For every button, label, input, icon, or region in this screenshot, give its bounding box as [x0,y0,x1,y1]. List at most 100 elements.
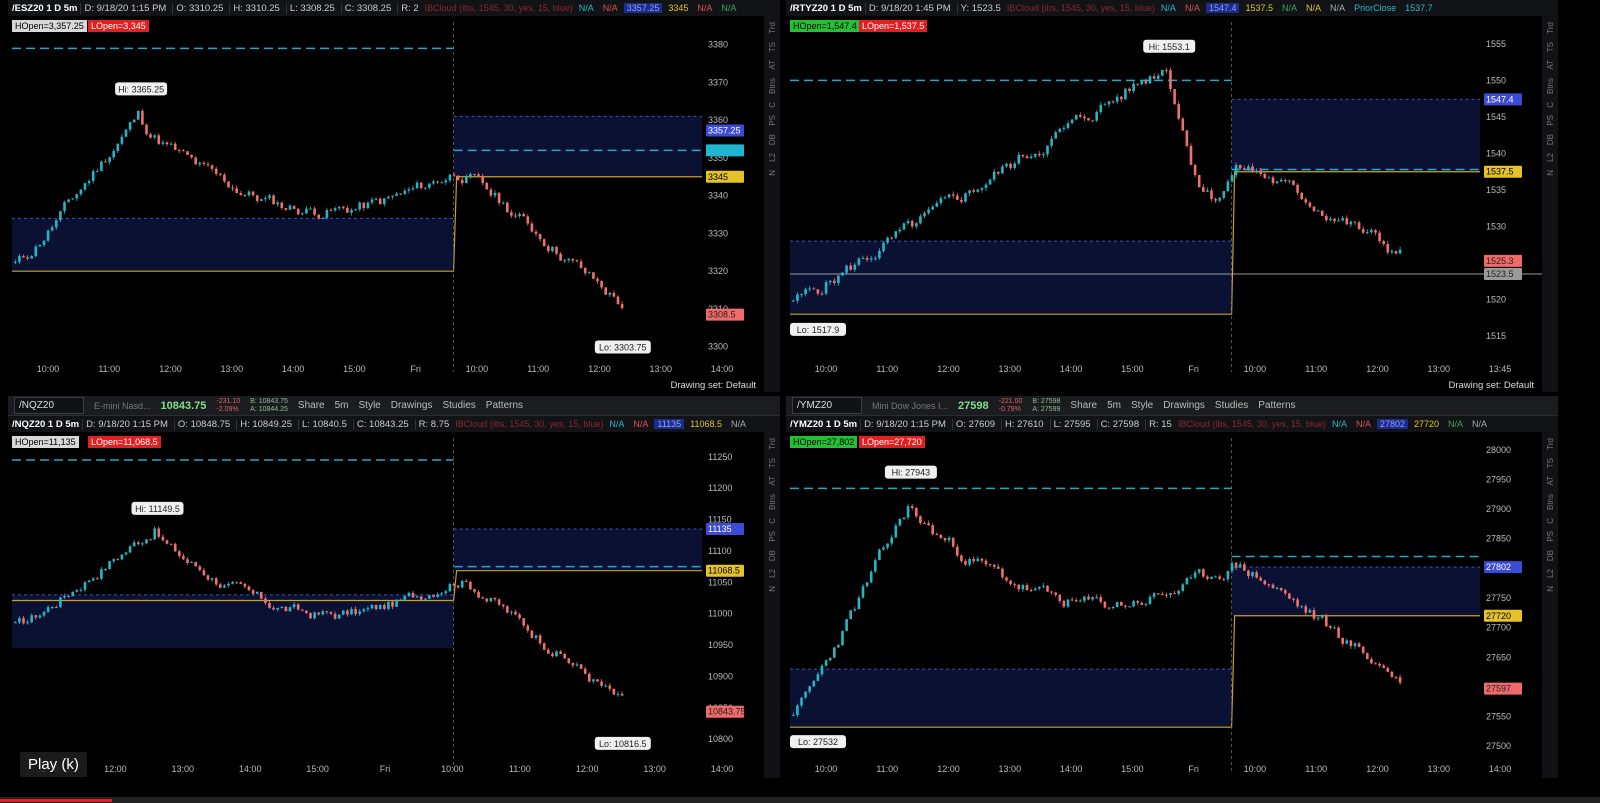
side-tab[interactable]: PS [1546,531,1555,542]
candle-body [853,609,857,611]
side-tab[interactable]: PS [768,531,777,542]
symbol-selector[interactable]: /YMZ20 [792,397,862,414]
side-tab[interactable]: DB [768,134,777,145]
ib-cloud-today [1231,567,1480,616]
side-tab[interactable]: DB [1546,550,1555,561]
side-tab[interactable]: PS [1546,115,1555,126]
toolbar-share-button[interactable]: Share [1070,400,1097,411]
side-tab[interactable]: Btns [768,494,777,510]
candle-body [165,540,169,544]
toolbar-5m-button[interactable]: 5m [1107,400,1121,411]
side-tab[interactable]: Trd [768,438,777,450]
side-tab[interactable]: Btns [1546,78,1555,94]
chart-panel-nq[interactable]: /NQZ20 E-mini Nasd... 10843.75 -231.10 -2.09… [8,396,780,778]
side-tab[interactable]: Trd [1546,22,1555,34]
candle-body [1087,118,1090,121]
candle-body [329,612,333,614]
side-tab[interactable]: C [768,518,777,524]
candle-body [55,220,58,228]
candle-body [1230,562,1234,571]
bar-open: O: 10848.75 [173,418,233,430]
price-chart[interactable]: Hi: 11149.5Lo: 10816.5112501120011150111… [8,432,764,778]
x-tick-label: 11:00 [1305,364,1327,374]
side-tab[interactable]: AT [768,476,777,486]
toolbar-studies-button[interactable]: Studies [1215,400,1248,411]
side-tab[interactable]: TS [1546,42,1555,52]
price-tag: 1525.3 [1486,256,1514,266]
symbol-selector[interactable]: /NQZ20 [14,397,84,414]
candle-body [567,658,571,663]
side-tab[interactable]: L2 [1546,569,1555,578]
side-tab[interactable]: DB [768,550,777,561]
toolbar-style-button[interactable]: Style [1131,400,1153,411]
drawing-set-label[interactable]: Drawing set: Default [670,380,756,391]
chart-panel-rty[interactable]: /RTYZ20 1 D 5m D: 9/18/20 1:45 PM Y: 1523.… [786,0,1558,392]
candle-body [1152,593,1156,597]
side-tab[interactable]: TS [768,458,777,468]
side-tab[interactable]: Trd [1546,438,1555,450]
candle-body [878,549,881,561]
x-tick-label: 12:00 [159,364,182,374]
side-tab[interactable]: Btns [1546,494,1555,510]
side-tab[interactable]: DB [1546,134,1555,145]
candle-body [964,560,967,565]
side-tab[interactable]: Btns [768,78,777,94]
toolbar-studies-button[interactable]: Studies [442,400,475,411]
candle-body [1320,616,1324,618]
candle-body [30,615,33,623]
side-tab[interactable]: AT [1546,476,1555,486]
toolbar-share-button[interactable]: Share [298,400,325,411]
side-tab[interactable]: C [1546,102,1555,108]
toolbar-drawings-button[interactable]: Drawings [1163,400,1205,411]
candle-body [1107,101,1111,105]
toolbar-5m-button[interactable]: 5m [335,400,349,411]
toolbar-drawings-button[interactable]: Drawings [391,400,433,411]
side-tab[interactable]: N [768,170,777,176]
candle-body [583,267,587,274]
candle-body [1083,596,1086,601]
candle-body [493,192,497,196]
side-tab[interactable]: N [1546,170,1555,176]
candle-body [1366,652,1369,660]
study-value-badge: 1547.4 [1205,3,1240,13]
side-tab[interactable]: TS [768,42,777,52]
side-tab[interactable]: L2 [1546,153,1555,162]
chart-header: /ESZ20 1 D 5m D: 9/18/20 1:15 PM O: 3310.2… [8,0,780,16]
candle-body [465,176,468,184]
side-tab[interactable]: Trd [768,22,777,34]
candle-body [988,564,992,566]
candle-body [828,657,832,661]
side-tab[interactable]: L2 [768,153,777,162]
drawing-set-label[interactable]: Drawing set: Default [1448,380,1534,391]
price-chart[interactable]: Hi: 27943 Lo: 27532 28000 27950 27900 27850 27… [786,432,1542,778]
side-tab[interactable]: L2 [768,569,777,578]
chart-panel-es[interactable]: /ESZ20 1 D 5m D: 9/18/20 1:15 PM O: 3310.2… [8,0,780,392]
side-tab[interactable]: C [768,102,777,108]
side-tab[interactable]: TS [1546,458,1555,468]
candle-body [260,591,263,599]
y-tick-label: 1535 [1486,185,1506,195]
side-tab[interactable]: PS [768,115,777,126]
candle-body [1046,145,1049,155]
side-tab[interactable]: AT [1546,60,1555,70]
candle-body [50,227,54,231]
session-lo-label: Lo: 3303.75 [599,343,647,353]
video-progress-bar[interactable] [0,797,1600,803]
toolbar-patterns-button[interactable]: Patterns [486,400,523,411]
price-chart[interactable]: Hi: 1553.1 Lo: 1517.9 1555 1550 1545 1540 1535… [786,16,1542,378]
price-chart[interactable]: Hi: 3365.25Lo: 3303.75338033703360335033… [8,16,764,378]
side-tab[interactable]: C [1546,518,1555,524]
side-tab[interactable]: N [768,586,777,592]
candle-body [1275,181,1279,184]
candle-body [604,685,607,687]
side-tab[interactable]: N [1546,586,1555,592]
candle-body [337,614,341,619]
toolbar-style-button[interactable]: Style [359,400,381,411]
candle-body [1144,80,1148,84]
candle-body [579,664,583,669]
x-tick-label: 10:00 [815,764,838,774]
toolbar-patterns-button[interactable]: Patterns [1258,400,1295,411]
side-tab[interactable]: AT [768,60,777,70]
candle-body [173,143,177,150]
chart-panel-ym[interactable]: /YMZ20 Mini Dow Jones I... 27598 -221.00 -0.… [786,396,1558,778]
